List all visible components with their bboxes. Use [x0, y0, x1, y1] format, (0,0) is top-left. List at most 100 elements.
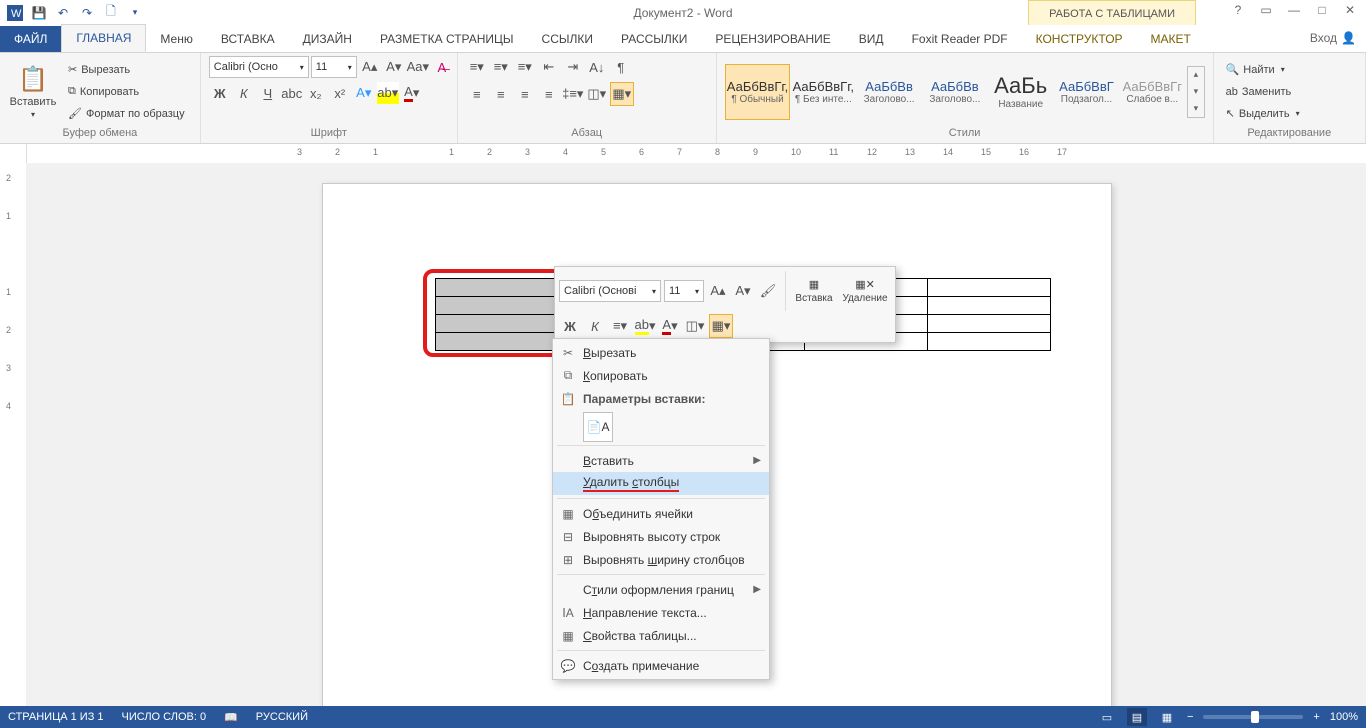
ctx-distribute-cols[interactable]: ⊞Выровнять ширину столбцов — [553, 548, 769, 571]
paste-button[interactable]: 📋 Вставить ▾ — [8, 65, 58, 119]
ctx-new-comment[interactable]: 💬Создать примечание — [553, 654, 769, 677]
view-print-icon[interactable]: ▤ — [1127, 708, 1147, 726]
tab-design[interactable]: ДИЗАЙН — [289, 26, 366, 52]
tab-references[interactable]: ССЫЛКИ — [528, 26, 607, 52]
highlight-icon[interactable]: ab▾ — [377, 82, 399, 104]
mini-insert-button[interactable]: ▦Вставка — [792, 278, 836, 304]
undo-icon[interactable]: ↶ — [52, 2, 74, 24]
zoom-level[interactable]: 100% — [1330, 711, 1358, 723]
mini-shading-icon[interactable]: ◫▾ — [684, 315, 706, 337]
tab-insert[interactable]: ВСТАВКА — [207, 26, 289, 52]
tab-foxit[interactable]: Foxit Reader PDF — [898, 26, 1022, 52]
tab-view[interactable]: ВИД — [845, 26, 898, 52]
font-color-icon[interactable]: A▾ — [401, 82, 423, 104]
align-right-icon[interactable]: ≡ — [514, 83, 536, 105]
zoom-slider[interactable] — [1203, 715, 1303, 719]
italic-button[interactable]: К — [233, 82, 255, 104]
decrease-indent-icon[interactable]: ⇤ — [538, 56, 560, 78]
format-painter-button[interactable]: 🖌Формат по образцу — [64, 104, 189, 124]
bold-button[interactable]: Ж — [209, 82, 231, 104]
qat-more-icon[interactable]: ▾ — [124, 2, 146, 24]
line-spacing-icon[interactable]: ‡≡▾ — [562, 83, 584, 105]
ctx-cut[interactable]: ✂Вырезать — [553, 341, 769, 364]
mini-size-combo[interactable]: 11▾ — [664, 280, 704, 302]
style-item-5[interactable]: АаБбВвГПодзагол... — [1054, 64, 1120, 120]
ctx-border-styles[interactable]: Стили оформления границ▶ — [553, 578, 769, 601]
zoom-in-icon[interactable]: + — [1313, 711, 1319, 723]
mini-borders-icon[interactable]: ▦▾ — [709, 314, 733, 338]
style-item-4[interactable]: АаБьНазвание — [988, 64, 1054, 120]
mini-align-icon[interactable]: ≡▾ — [609, 315, 631, 337]
mini-grow-font-icon[interactable]: A▴ — [707, 280, 729, 302]
new-doc-icon[interactable]: 🗋 — [100, 2, 122, 24]
styles-more-button[interactable]: ▴▾▾ — [1187, 66, 1204, 118]
view-read-icon[interactable]: ▭ — [1097, 708, 1117, 726]
ctx-table-properties[interactable]: ▦Свойства таблицы... — [553, 624, 769, 647]
help-icon[interactable]: ? — [1226, 0, 1250, 20]
mini-shrink-font-icon[interactable]: A▾ — [732, 280, 754, 302]
style-item-1[interactable]: АаБбВвГг,¶ Без инте... — [790, 64, 856, 120]
copy-button[interactable]: ⧉Копировать — [64, 82, 189, 102]
text-effects-icon[interactable]: A▾ — [353, 82, 375, 104]
ctx-merge-cells[interactable]: ▦Объединить ячейки — [553, 502, 769, 525]
mini-bold-button[interactable]: Ж — [559, 315, 581, 337]
ctx-delete-columns[interactable]: Удалить столбцы — [553, 472, 769, 495]
save-icon[interactable]: 💾 — [28, 2, 50, 24]
clear-format-icon[interactable]: A̶ — [431, 56, 453, 78]
redo-icon[interactable]: ↷ — [76, 2, 98, 24]
status-language[interactable]: РУССКИЙ — [256, 711, 308, 723]
tab-home[interactable]: ГЛАВНАЯ — [61, 24, 146, 52]
tab-table-layout[interactable]: МАКЕТ — [1137, 26, 1205, 52]
increase-indent-icon[interactable]: ⇥ — [562, 56, 584, 78]
replace-button[interactable]: abЗаменить — [1222, 82, 1304, 102]
document-area[interactable]: Calibri (Основі▾ 11▾ A▴ A▾ 🖌 ▦Вставка ▦✕… — [26, 163, 1366, 706]
superscript-button[interactable]: x² — [329, 82, 351, 104]
grow-font-icon[interactable]: A▴ — [359, 56, 381, 78]
ctx-paste-option-keep-source[interactable]: 📄A — [583, 412, 613, 442]
multilevel-icon[interactable]: ≡▾ — [514, 56, 536, 78]
subscript-button[interactable]: x₂ — [305, 82, 327, 104]
underline-button[interactable]: Ч — [257, 82, 279, 104]
view-web-icon[interactable]: ▦ — [1157, 708, 1177, 726]
change-case-icon[interactable]: Aa▾ — [407, 56, 429, 78]
strike-button[interactable]: abc — [281, 82, 303, 104]
cut-button[interactable]: ✂Вырезать — [64, 60, 189, 80]
style-item-3[interactable]: АаБбВвЗаголово... — [922, 64, 988, 120]
numbering-icon[interactable]: ≡▾ — [490, 56, 512, 78]
ctx-text-direction[interactable]: ⅠAНаправление текста... — [553, 601, 769, 624]
tab-page-layout[interactable]: РАЗМЕТКА СТРАНИЦЫ — [366, 26, 528, 52]
borders-icon[interactable]: ▦▾ — [610, 82, 634, 106]
mini-format-painter-icon[interactable]: 🖌 — [757, 280, 779, 302]
mini-italic-button[interactable]: К — [584, 315, 606, 337]
style-item-0[interactable]: АаБбВвГг,¶ Обычный — [725, 64, 791, 120]
mini-delete-button[interactable]: ▦✕Удаление — [839, 278, 891, 304]
status-page[interactable]: СТРАНИЦА 1 ИЗ 1 — [8, 711, 104, 723]
mini-font-combo[interactable]: Calibri (Основі▾ — [559, 280, 661, 302]
minimize-icon[interactable]: — — [1282, 0, 1306, 20]
shading-icon[interactable]: ◫▾ — [586, 83, 608, 105]
shrink-font-icon[interactable]: A▾ — [383, 56, 405, 78]
select-button[interactable]: ↖Выделить▾ — [1222, 104, 1304, 124]
bullets-icon[interactable]: ≡▾ — [466, 56, 488, 78]
maximize-icon[interactable]: □ — [1310, 0, 1334, 20]
ctx-copy[interactable]: ⧉Копировать — [553, 364, 769, 387]
ctx-distribute-rows[interactable]: ⊟Выровнять высоту строк — [553, 525, 769, 548]
tab-table-design[interactable]: КОНСТРУКТОР — [1022, 26, 1137, 52]
show-marks-icon[interactable]: ¶ — [610, 56, 632, 78]
align-left-icon[interactable]: ≡ — [466, 83, 488, 105]
find-button[interactable]: 🔍Найти▾ — [1222, 60, 1304, 80]
close-icon[interactable]: ✕ — [1338, 0, 1362, 20]
font-size-combo[interactable]: 11▾ — [311, 56, 357, 78]
tab-mailings[interactable]: РАССЫЛКИ — [607, 26, 701, 52]
status-spellcheck-icon[interactable]: 📖 — [224, 711, 238, 724]
tab-file[interactable]: ФАЙЛ — [0, 26, 61, 52]
tab-menu[interactable]: Меню — [146, 26, 206, 52]
justify-icon[interactable]: ≡ — [538, 83, 560, 105]
sign-in[interactable]: Вход👤 — [1310, 31, 1356, 45]
font-name-combo[interactable]: Calibri (Осно▾ — [209, 56, 309, 78]
align-center-icon[interactable]: ≡ — [490, 83, 512, 105]
tab-review[interactable]: РЕЦЕНЗИРОВАНИЕ — [701, 26, 844, 52]
style-item-6[interactable]: АаБбВвГгСлабое в... — [1119, 64, 1185, 120]
sort-icon[interactable]: A↓ — [586, 56, 608, 78]
ruler-horizontal[interactable]: 3211234567891011121314151617 — [27, 144, 1366, 164]
